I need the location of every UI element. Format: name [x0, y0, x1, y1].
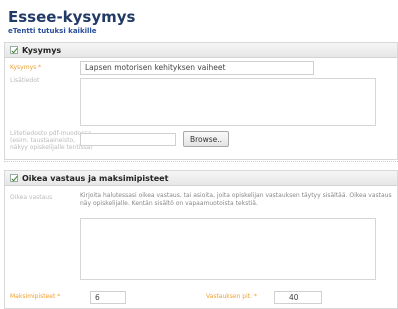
- answer-textarea[interactable]: [80, 218, 376, 280]
- attachment-label-line2: (esim. taustaaineisto,: [10, 137, 76, 144]
- answer-label: Oikea vastaus: [10, 194, 53, 201]
- extra-info-label: Lisätiedot: [10, 77, 40, 84]
- max-points-input[interactable]: 6: [90, 291, 126, 304]
- question-panel-title: Kysymys: [22, 45, 62, 55]
- attachment-file-input[interactable]: [80, 133, 176, 146]
- answer-length-input[interactable]: 40: [274, 291, 322, 304]
- extra-info-textarea[interactable]: [80, 78, 376, 126]
- answer-help-line1: Kirjoita halutessasi oikea vastaus, tai …: [80, 192, 392, 199]
- answer-length-label: Vastauksen pit. *: [206, 293, 257, 300]
- page-title: Essee-kysymys: [8, 8, 136, 26]
- page-subtitle: eTentti tutuksi kaikille: [8, 27, 97, 35]
- checkmark-icon: [10, 46, 18, 54]
- question-name-input[interactable]: Lapsen motorisen kehityksen vaiheet: [80, 61, 314, 75]
- browse-button[interactable]: Browse..: [183, 131, 229, 147]
- section-divider: [4, 161, 398, 162]
- question-name-label: Kysymys *: [10, 64, 42, 71]
- answer-help-line2: näy opiskelijalle. Kentän sisältö on vap…: [80, 200, 258, 207]
- checkmark-icon: [10, 174, 18, 182]
- answer-panel-title: Oikea vastaus ja maksimipisteet: [22, 173, 169, 183]
- max-points-label: Maksimipisteet *: [10, 293, 61, 300]
- question-panel-header: Kysymys: [5, 43, 397, 58]
- answer-panel-header: Oikea vastaus ja maksimipisteet: [5, 171, 397, 186]
